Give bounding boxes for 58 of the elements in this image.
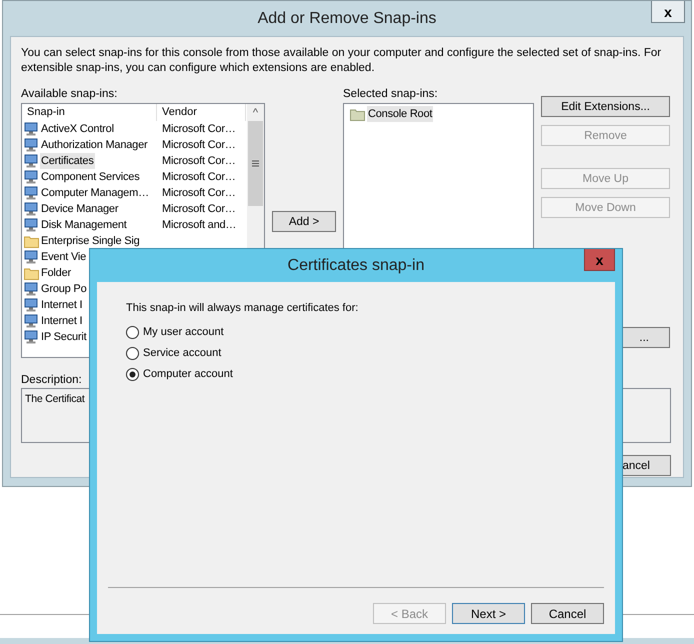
snapin-name[interactable]: Group Po xyxy=(40,281,88,297)
computer-icon xyxy=(24,282,39,296)
radio-button[interactable] xyxy=(126,326,139,338)
radio-label[interactable]: Computer account xyxy=(143,368,233,380)
dialog-title: Certificates snap-in xyxy=(288,256,424,274)
vendor-text: Microsoft Cor… xyxy=(161,187,237,199)
snapin-name[interactable]: IP Securit xyxy=(40,329,88,345)
snapin-name[interactable]: Component Services xyxy=(40,169,141,185)
close-button[interactable]: x xyxy=(651,1,685,23)
snapin-name[interactable]: Event Vie xyxy=(40,249,88,265)
computer-icon xyxy=(24,298,39,312)
radio-label[interactable]: My user account xyxy=(143,326,224,338)
snapin-name[interactable]: Certificates xyxy=(40,153,95,169)
snapin-name[interactable]: Internet I xyxy=(40,297,84,313)
side-button[interactable]: Edit Extensions... xyxy=(541,96,670,117)
column-header[interactable]: Vendor xyxy=(157,104,246,121)
dialog-button[interactable]: Cancel xyxy=(531,603,604,624)
snapin-name[interactable]: Enterprise Single Sig xyxy=(40,233,141,249)
snapin-name[interactable]: Internet I xyxy=(40,313,84,329)
radio-button[interactable] xyxy=(126,368,139,380)
vendor-text: Microsoft Cor… xyxy=(161,171,237,183)
dialog-button[interactable]: Next > xyxy=(452,603,525,624)
radio-button[interactable] xyxy=(126,346,139,360)
description-label: Description: xyxy=(21,373,82,387)
computer-icon xyxy=(24,218,39,232)
computer-icon xyxy=(24,330,39,344)
intro-text: You can select snap-ins for this console from those available on your computer and configure the selected set of snap-ins. For extensible snap-ins, you can configure which extensions are enabled. xyxy=(21,46,662,76)
computer-icon xyxy=(24,202,39,216)
close-button[interactable]: x xyxy=(584,249,615,271)
vendor-text: Microsoft Cor… xyxy=(161,123,237,135)
window-title: Add or Remove Snap-ins xyxy=(258,10,436,28)
vendor-text: Microsoft Cor… xyxy=(161,139,237,151)
vendor-text: Microsoft Cor… xyxy=(161,203,237,215)
computer-icon xyxy=(24,186,39,200)
computer-icon xyxy=(24,122,39,136)
column-header[interactable]: Snap-in xyxy=(22,104,157,121)
snapin-name[interactable]: Folder xyxy=(40,265,72,281)
snapin-name[interactable]: Computer Managem… xyxy=(40,185,150,201)
selected-label: Selected snap-ins: xyxy=(343,87,438,101)
folder-icon xyxy=(24,266,39,280)
folder-icon xyxy=(24,234,39,248)
computer-icon xyxy=(24,250,39,264)
radio-label[interactable]: Service account xyxy=(143,347,222,359)
snapin-name[interactable]: Disk Management xyxy=(40,217,128,233)
snapin-name[interactable]: Authorization Manager xyxy=(40,137,148,153)
computer-icon xyxy=(24,154,39,168)
computer-icon xyxy=(24,170,39,184)
snapin-name[interactable]: Device Manager xyxy=(40,201,120,217)
add-button[interactable]: Add > xyxy=(272,211,336,232)
available-label: Available snap-ins: xyxy=(21,87,118,101)
snapin-name[interactable]: ActiveX Control xyxy=(40,121,115,137)
vendor-text: Microsoft Cor… xyxy=(161,155,237,167)
computer-icon xyxy=(24,314,39,328)
scroll-thumb[interactable] xyxy=(248,121,263,206)
console-root-item[interactable]: Console Root xyxy=(367,106,434,122)
vendor-text: Microsoft and… xyxy=(161,219,238,231)
computer-icon xyxy=(24,138,39,152)
folder-icon xyxy=(350,108,365,120)
